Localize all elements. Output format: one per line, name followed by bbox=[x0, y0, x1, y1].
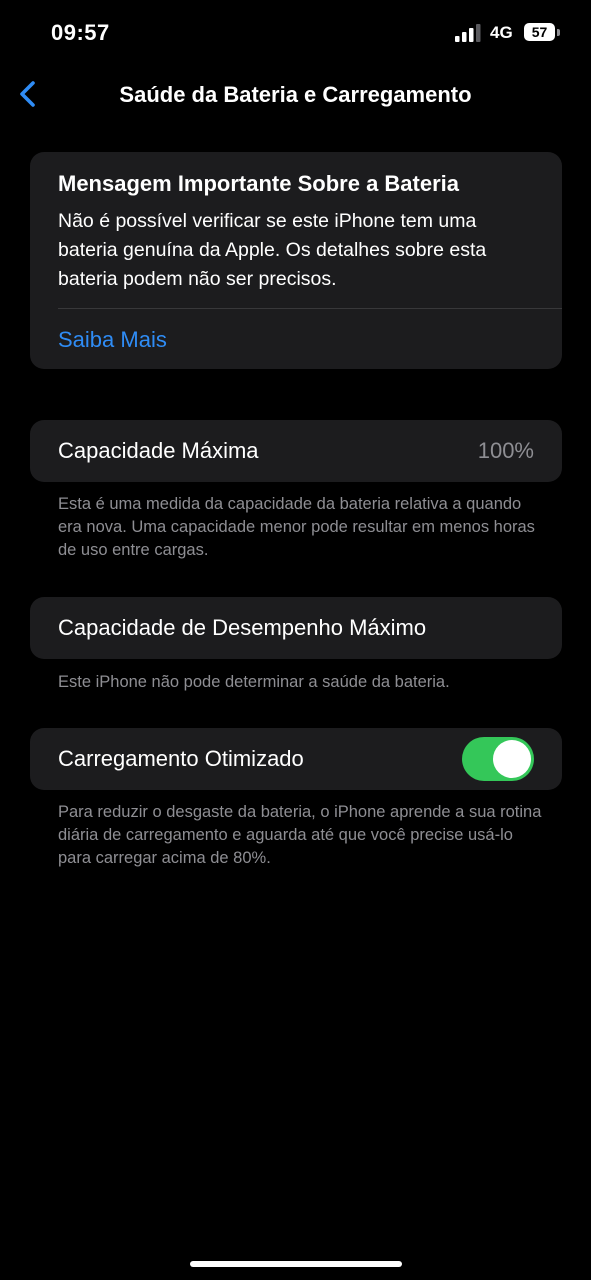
optimized-charging-row: Carregamento Otimizado bbox=[30, 728, 562, 790]
peak-performance-footer: Este iPhone não pode determinar a saúde … bbox=[58, 673, 450, 691]
page-title: Saúde da Bateria e Carregamento bbox=[119, 82, 472, 107]
peak-performance-label: Capacidade de Desempenho Máximo bbox=[58, 615, 427, 640]
peak-performance-card: Capacidade de Desempenho Máximo bbox=[30, 597, 562, 659]
message-title: Mensagem Importante Sobre a Bateria bbox=[58, 171, 460, 196]
status-bar: 09:57 4G 57 bbox=[0, 0, 591, 66]
learn-more-link[interactable]: Saiba Mais bbox=[30, 309, 562, 353]
max-capacity-row: Capacidade Máxima 100% bbox=[30, 420, 562, 482]
max-capacity-footer: Esta é uma medida da capacidade da bater… bbox=[58, 495, 535, 559]
cellular-signal-icon bbox=[455, 24, 481, 42]
max-capacity-label: Capacidade Máxima bbox=[58, 438, 259, 463]
optimized-charging-label: Carregamento Otimizado bbox=[58, 746, 304, 771]
optimized-charging-toggle[interactable] bbox=[462, 737, 534, 781]
optimized-charging-footer: Para reduzir o desgaste da bateria, o iP… bbox=[58, 803, 542, 867]
home-indicator[interactable] bbox=[190, 1261, 402, 1267]
network-type: 4G bbox=[490, 23, 513, 42]
battery-nub bbox=[557, 29, 560, 36]
status-time: 09:57 bbox=[51, 20, 110, 45]
message-body: Não é possível verificar se este iPhone … bbox=[58, 210, 487, 290]
navigation-bar: Saúde da Bateria e Carregamento bbox=[0, 66, 591, 126]
peak-performance-row: Capacidade de Desempenho Máximo bbox=[30, 597, 562, 659]
max-capacity-value: 100% bbox=[477, 438, 534, 463]
battery-icon: 57 bbox=[524, 23, 555, 41]
battery-level: 57 bbox=[531, 24, 548, 40]
toggle-knob bbox=[493, 740, 531, 778]
battery-message-card: Mensagem Importante Sobre a Bateria Não … bbox=[30, 152, 562, 369]
optimized-charging-card: Carregamento Otimizado bbox=[30, 728, 562, 790]
max-capacity-card: Capacidade Máxima 100% bbox=[30, 420, 562, 482]
